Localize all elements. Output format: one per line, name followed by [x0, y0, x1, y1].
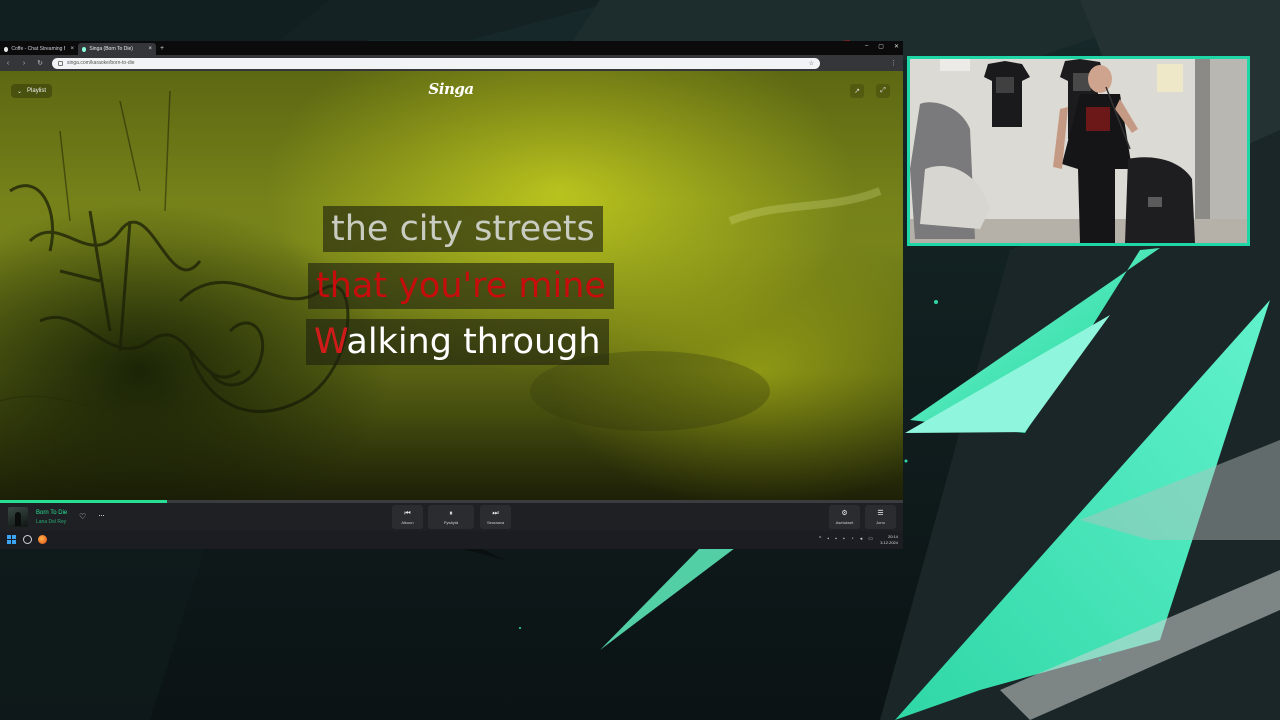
previous-label: Alkuun: [401, 520, 414, 525]
song-title[interactable]: Born To Die: [36, 510, 67, 516]
next-button[interactable]: ⏭ Seuraava: [480, 505, 511, 529]
settings-label: Asetukset: [835, 520, 854, 525]
popout-icon[interactable]: ↗: [850, 84, 864, 98]
clock-date: 3.12.2024: [880, 540, 898, 545]
webcam-overlay: [907, 56, 1250, 246]
maximize-icon[interactable]: ▢: [878, 43, 884, 50]
tab-favicon-icon: [82, 46, 87, 52]
tray-app-icon[interactable]: ▪: [827, 536, 829, 542]
karaoke-stage: ⌄ Playlist Singa ↗ ⤢ the city streets th…: [0, 71, 903, 501]
volume-icon[interactable]: ◂: [860, 536, 863, 542]
tab-singa[interactable]: Singa (Born To Die) ×: [78, 43, 156, 55]
pause-button[interactable]: ⏸ Pysäytä: [428, 505, 474, 529]
battery-icon[interactable]: ▭: [868, 536, 873, 542]
back-arrow-icon[interactable]: ‹: [4, 60, 12, 67]
skip-forward-icon: ⏭: [492, 510, 499, 517]
album-art[interactable]: [8, 507, 28, 527]
queue-label: Jono: [876, 520, 885, 525]
pause-label: Pysäytä: [443, 520, 459, 525]
tab-strip: Coffe - Chat Streaming Bot × Singa (Born…: [0, 41, 903, 55]
new-tab-button[interactable]: +: [160, 43, 164, 55]
lyric-line-upcoming: the city streets: [323, 206, 603, 252]
tray-chevron-icon[interactable]: ^: [819, 536, 821, 542]
address-bar[interactable]: singa.com/karaoke/born-to-die ☆: [52, 57, 820, 69]
minimize-icon[interactable]: –: [865, 43, 868, 50]
queue-list-icon: ☰: [877, 510, 884, 517]
forward-arrow-icon[interactable]: ›: [20, 60, 28, 67]
lyric-text: the city streets: [331, 209, 595, 249]
lyric-sung-part: W: [314, 322, 347, 362]
address-url: singa.com/karaoke/born-to-die: [67, 60, 135, 66]
playlist-label: Playlist: [27, 88, 47, 94]
webcam-feed: [910, 59, 1247, 243]
tab-favicon-icon: [4, 46, 9, 52]
reload-icon[interactable]: ↻: [36, 59, 44, 67]
tab-streaming-bot[interactable]: Coffe - Chat Streaming Bot ×: [0, 43, 78, 55]
taskbar-firefox-icon[interactable]: [38, 535, 47, 544]
taskbar-browser-icon[interactable]: [23, 535, 32, 544]
lyric-unsung-part: alking through: [346, 322, 601, 362]
lyric-line-previous: that you're mine: [308, 263, 614, 309]
lyric-line-current: Walking through: [306, 319, 609, 365]
tab-label: Coffe - Chat Streaming Bot: [11, 46, 66, 52]
more-options-icon[interactable]: ···: [98, 510, 105, 520]
playlist-button[interactable]: ⌄ Playlist: [11, 84, 53, 98]
player-bar: Born To Die Lana Del Rey ♡ ··· ⏮ Alkuun …: [0, 503, 903, 531]
skip-back-icon: ⏮: [404, 510, 411, 517]
next-label: Seuraava: [486, 520, 505, 525]
lyric-text: that you're mine: [316, 266, 606, 306]
tray-app-icon[interactable]: ▪: [835, 536, 837, 542]
chevron-down-icon: ⌄: [17, 88, 23, 95]
settings-button[interactable]: ⚙ Asetukset: [829, 505, 860, 529]
windows-taskbar: ^ ▪ ▪ ▪ ◔ ◂ ▭ 20:14 3.12.2024: [0, 531, 903, 549]
close-tab-icon[interactable]: ×: [148, 46, 152, 52]
close-tab-icon[interactable]: ×: [70, 46, 74, 52]
fullscreen-icon[interactable]: ⤢: [876, 84, 890, 98]
browser-menu-icon[interactable]: ⋮: [890, 59, 897, 67]
gear-icon: ⚙: [841, 510, 848, 517]
tray-app-icon[interactable]: ▪: [843, 536, 845, 542]
taskbar-clock[interactable]: 20:14 3.12.2024: [880, 534, 898, 546]
pause-icon: ⏸: [449, 510, 453, 517]
window-controls: – ▢ ✕: [865, 43, 899, 50]
favorite-heart-icon[interactable]: ♡: [79, 512, 86, 521]
bookmark-star-icon[interactable]: ☆: [809, 60, 814, 67]
singa-logo: Singa: [428, 80, 474, 98]
system-tray: ^ ▪ ▪ ▪ ◔ ◂ ▭: [819, 536, 873, 542]
browser-window: Coffe - Chat Streaming Bot × Singa (Born…: [0, 41, 903, 549]
network-icon[interactable]: ◔: [851, 536, 854, 542]
previous-button[interactable]: ⏮ Alkuun: [392, 505, 423, 529]
tab-label: Singa (Born To Die): [89, 46, 133, 52]
song-artist[interactable]: Lana Del Rey: [36, 519, 66, 525]
lock-icon: [58, 60, 63, 66]
close-window-icon[interactable]: ✕: [894, 43, 899, 50]
windows-start-icon[interactable]: [7, 535, 16, 544]
queue-button[interactable]: ☰ Jono: [865, 505, 896, 529]
browser-toolbar: ‹ › ↻ singa.com/karaoke/born-to-die ☆ ⋮: [0, 55, 903, 71]
